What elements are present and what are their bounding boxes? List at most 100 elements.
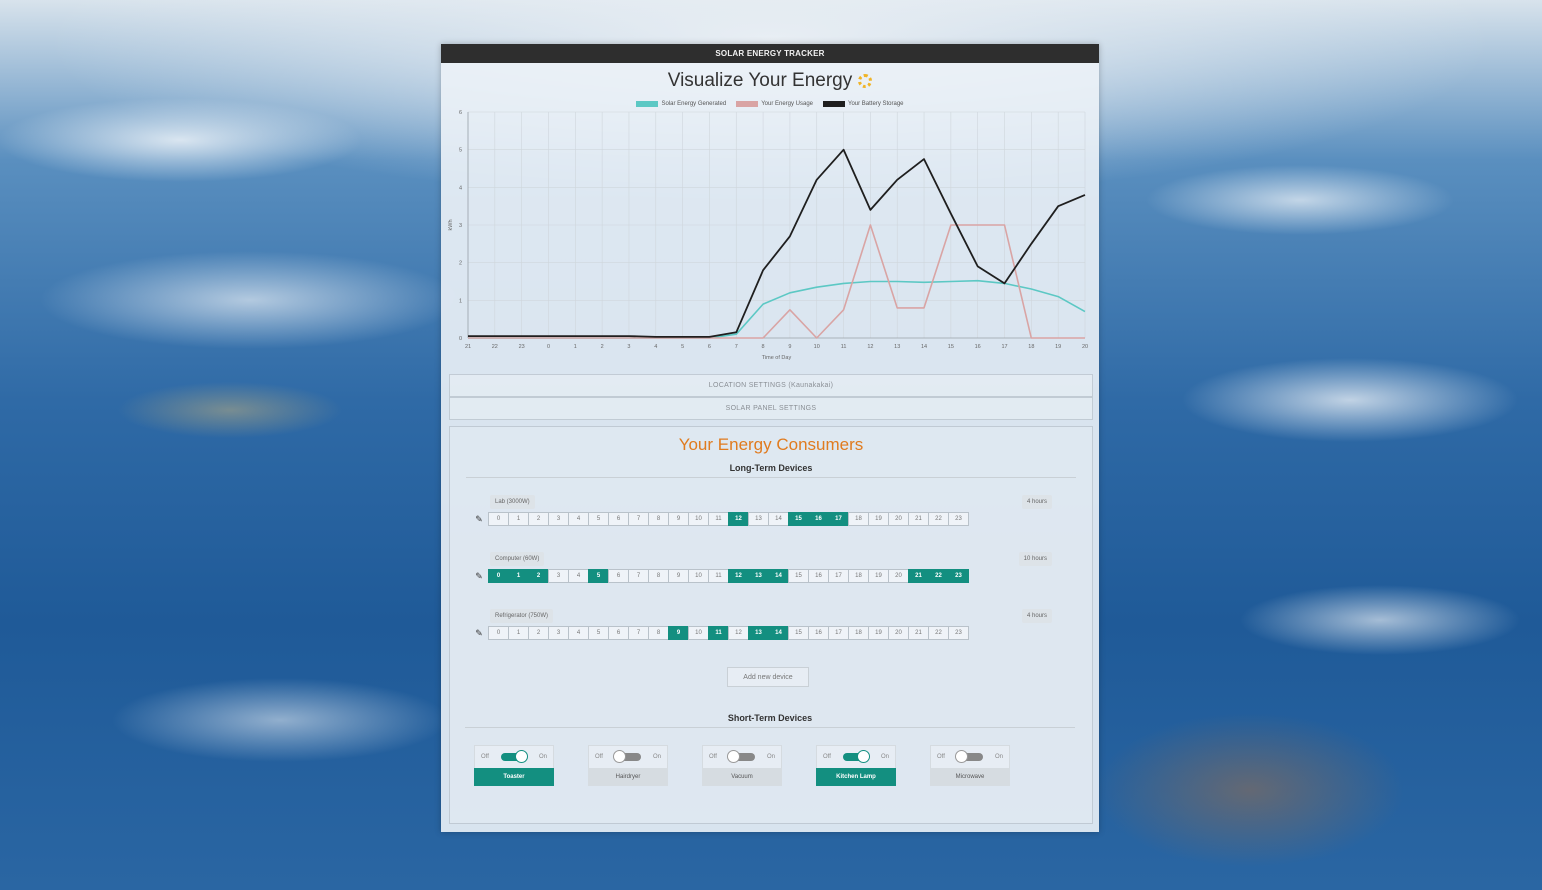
device-hour-row: ✎ 0 1 2 3 4 5 6 7 8 9 10 11 12 13 14 15 16 17 18 19 20 21 22 23 bbox=[472, 512, 1052, 526]
app-title-bar: SOLAR ENERGY TRACKER bbox=[441, 44, 1099, 63]
hour-cell[interactable]: 17 bbox=[828, 626, 849, 640]
hour-cell[interactable]: 19 bbox=[868, 626, 889, 640]
hour-cell[interactable]: 1 bbox=[508, 512, 529, 526]
hour-cell[interactable]: 13 bbox=[748, 512, 769, 526]
device-meta: Computer (60W) 10 hours bbox=[472, 552, 1052, 568]
power-toggle[interactable] bbox=[954, 750, 983, 763]
hour-cell[interactable]: 12 bbox=[728, 512, 749, 526]
hour-cell[interactable]: 9 bbox=[668, 569, 689, 583]
hour-cell[interactable]: 12 bbox=[728, 569, 749, 583]
hour-cell[interactable]: 10 bbox=[688, 512, 709, 526]
hour-cell[interactable]: 6 bbox=[608, 569, 629, 583]
hour-cell[interactable]: 15 bbox=[788, 569, 809, 583]
edit-icon[interactable]: ✎ bbox=[472, 571, 486, 582]
hour-cell[interactable]: 4 bbox=[568, 626, 589, 640]
power-toggle[interactable] bbox=[842, 750, 870, 763]
hour-cell[interactable]: 12 bbox=[728, 626, 749, 640]
hour-cell[interactable]: 20 bbox=[888, 569, 909, 583]
device-hour-row: ✎ 0 1 2 3 4 5 6 7 8 9 10 11 12 13 14 15 16 17 18 19 20 21 22 23 bbox=[472, 626, 1052, 640]
hour-cell[interactable]: 23 bbox=[948, 569, 969, 583]
hour-cell[interactable]: 15 bbox=[788, 512, 809, 526]
hour-cell[interactable]: 9 bbox=[668, 512, 689, 526]
hour-cell[interactable]: 11 bbox=[708, 569, 729, 583]
short-device-label[interactable]: Toaster bbox=[474, 768, 554, 786]
hour-cell[interactable]: 0 bbox=[488, 626, 509, 640]
hour-cell[interactable]: 20 bbox=[888, 626, 909, 640]
hour-cell[interactable]: 18 bbox=[848, 569, 869, 583]
power-toggle[interactable] bbox=[500, 750, 528, 763]
hour-cell[interactable]: 18 bbox=[848, 512, 869, 526]
short-device-label[interactable]: Kitchen Lamp bbox=[816, 768, 896, 786]
hour-cell[interactable]: 7 bbox=[628, 626, 649, 640]
hour-cell[interactable]: 13 bbox=[748, 626, 769, 640]
hour-cell[interactable]: 0 bbox=[488, 569, 509, 583]
add-device-button[interactable]: Add new device bbox=[727, 667, 809, 687]
hour-cell[interactable]: 6 bbox=[608, 626, 629, 640]
hour-cell[interactable]: 17 bbox=[828, 512, 849, 526]
short-device-label[interactable]: Vacuum bbox=[702, 768, 782, 786]
hour-cell[interactable]: 22 bbox=[928, 512, 949, 526]
hour-cell[interactable]: 14 bbox=[768, 569, 789, 583]
edit-icon[interactable]: ✎ bbox=[472, 628, 486, 639]
device-hours-total: 10 hours bbox=[1018, 552, 1052, 566]
hour-cell[interactable]: 5 bbox=[588, 512, 609, 526]
hour-cell[interactable]: 20 bbox=[888, 512, 909, 526]
short-device-card: Off On Vacuum bbox=[702, 745, 782, 786]
hour-cell[interactable]: 1 bbox=[508, 626, 529, 640]
hour-cell[interactable]: 16 bbox=[808, 512, 829, 526]
hour-cell[interactable]: 23 bbox=[948, 626, 969, 640]
hour-cell[interactable]: 10 bbox=[688, 626, 709, 640]
hour-cell[interactable]: 17 bbox=[828, 569, 849, 583]
hour-cell[interactable]: 16 bbox=[808, 569, 829, 583]
hour-cell[interactable]: 18 bbox=[848, 626, 869, 640]
hour-cell[interactable]: 22 bbox=[928, 569, 949, 583]
hour-cell[interactable]: 21 bbox=[908, 512, 929, 526]
hour-cell[interactable]: 21 bbox=[908, 569, 929, 583]
hour-cell[interactable]: 14 bbox=[768, 626, 789, 640]
hour-cell[interactable]: 3 bbox=[548, 626, 569, 640]
hour-cell[interactable]: 21 bbox=[908, 626, 929, 640]
hour-cell[interactable]: 3 bbox=[548, 512, 569, 526]
hour-cell[interactable]: 2 bbox=[528, 512, 549, 526]
hour-cell[interactable]: 6 bbox=[608, 512, 629, 526]
short-device-label[interactable]: Microwave bbox=[930, 768, 1010, 786]
x-tick-label: 6 bbox=[708, 344, 711, 350]
x-tick-label: 14 bbox=[921, 344, 927, 350]
hour-cell[interactable]: 5 bbox=[588, 569, 609, 583]
hour-cell[interactable]: 19 bbox=[868, 569, 889, 583]
hour-cell[interactable]: 22 bbox=[928, 626, 949, 640]
power-toggle[interactable] bbox=[612, 750, 641, 763]
hour-cell[interactable]: 5 bbox=[588, 626, 609, 640]
solar-panel-settings-accordion[interactable]: SOLAR PANEL SETTINGS bbox=[449, 397, 1093, 420]
hour-cell[interactable]: 19 bbox=[868, 512, 889, 526]
y-tick-label: 3 bbox=[459, 223, 462, 229]
hour-cell[interactable]: 9 bbox=[668, 626, 689, 640]
x-tick-label: 13 bbox=[894, 344, 900, 350]
location-settings-accordion[interactable]: LOCATION SETTINGS (Kaunakakai) bbox=[449, 374, 1093, 397]
hour-cell[interactable]: 2 bbox=[528, 626, 549, 640]
power-toggle[interactable] bbox=[726, 750, 755, 763]
hour-cell[interactable]: 7 bbox=[628, 512, 649, 526]
hour-cell[interactable]: 13 bbox=[748, 569, 769, 583]
hour-cell[interactable]: 11 bbox=[708, 626, 729, 640]
hour-cell[interactable]: 10 bbox=[688, 569, 709, 583]
hour-cell[interactable]: 23 bbox=[948, 512, 969, 526]
hour-cell[interactable]: 15 bbox=[788, 626, 809, 640]
hour-cell[interactable]: 2 bbox=[528, 569, 549, 583]
hour-cell[interactable]: 4 bbox=[568, 569, 589, 583]
hour-cell[interactable]: 4 bbox=[568, 512, 589, 526]
hour-cell[interactable]: 3 bbox=[548, 569, 569, 583]
hour-cell[interactable]: 7 bbox=[628, 569, 649, 583]
toggle-row: Off On bbox=[474, 745, 554, 768]
hour-cell[interactable]: 8 bbox=[648, 569, 669, 583]
hour-cell[interactable]: 1 bbox=[508, 569, 529, 583]
edit-icon[interactable]: ✎ bbox=[472, 514, 486, 525]
hour-cell[interactable]: 8 bbox=[648, 512, 669, 526]
hour-cell[interactable]: 14 bbox=[768, 512, 789, 526]
hour-cell[interactable]: 16 bbox=[808, 626, 829, 640]
short-device-label[interactable]: Hairdryer bbox=[588, 768, 668, 786]
hour-cell[interactable]: 11 bbox=[708, 512, 729, 526]
hour-cell[interactable]: 0 bbox=[488, 512, 509, 526]
headline-text: Visualize Your Energy bbox=[667, 70, 853, 91]
hour-cell[interactable]: 8 bbox=[648, 626, 669, 640]
